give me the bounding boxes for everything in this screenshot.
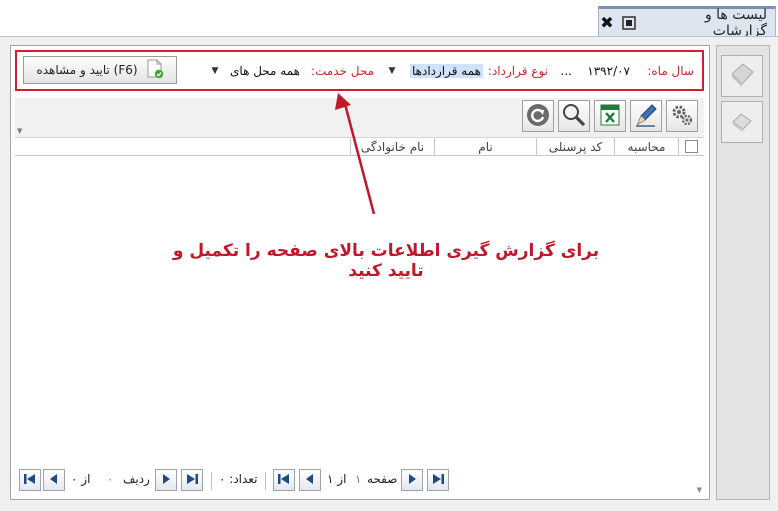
refresh-icon xyxy=(525,102,551,131)
row-total-value: ۰ xyxy=(71,472,78,486)
row-current-value[interactable]: ۰ xyxy=(107,472,113,486)
pager-separator xyxy=(265,472,266,490)
tab-strip: لیست ها و گزارشات ✖ xyxy=(0,0,778,39)
pager-separator xyxy=(211,472,212,490)
grid-header: محاسبه کد پرسنلی نام نام خانوادگی xyxy=(15,138,704,156)
year-month-label-wrap: سال ماه: xyxy=(647,52,694,89)
tab-lists-reports[interactable]: لیست ها و گزارشات ✖ xyxy=(598,6,776,39)
chevron-right-icon xyxy=(159,472,173,489)
column-header-calculation[interactable]: محاسبه xyxy=(614,138,678,155)
contract-type-dropdown[interactable]: ▼ xyxy=(383,52,401,89)
side-action-button-1[interactable] xyxy=(721,55,763,97)
excel-export-icon xyxy=(597,102,623,131)
page-current-value[interactable]: ۱ xyxy=(355,472,361,486)
confirm-label: تایید و مشاهده (F6) xyxy=(36,63,138,77)
tab-title: لیست ها و گزارشات xyxy=(704,6,767,39)
report-panel: سال ماه: ۱۳۹۲/۰۷ ... نوع قرارداد: همه قر… xyxy=(10,45,710,500)
page-of-label: از xyxy=(337,472,347,486)
chevron-down-icon[interactable]: ▼ xyxy=(206,62,224,80)
side-action-button-2[interactable] xyxy=(721,101,763,143)
content-frame: سال ماه: ۱۳۹۲/۰۷ ... نوع قرارداد: همه قر… xyxy=(0,36,778,511)
excel-export-button[interactable] xyxy=(594,100,626,132)
resize-grip-icon[interactable]: ▼ xyxy=(697,486,702,494)
last-page-icon xyxy=(431,472,445,489)
row-total-text: از ۰ xyxy=(71,472,90,486)
side-panel xyxy=(716,45,770,500)
next-page-button[interactable] xyxy=(401,469,423,491)
eraser-icon xyxy=(727,106,757,139)
chevron-down-icon[interactable]: ▼ xyxy=(383,62,401,80)
count-label: تعداد: xyxy=(229,472,258,486)
pager: از ۰ ۰ ردیف تعداد: ۰ از ۱ ۱ صفحه ▼ xyxy=(15,466,704,496)
service-place-dropdown[interactable]: ▼ xyxy=(206,52,224,89)
first-page-icon xyxy=(23,472,37,489)
filter-bar: سال ماه: ۱۳۹۲/۰۷ ... نوع قرارداد: همه قر… xyxy=(15,50,704,91)
last-page-icon xyxy=(185,472,199,489)
contract-type-select[interactable]: همه قراردادها xyxy=(409,52,483,89)
column-header-label: کد پرسنلی xyxy=(548,139,603,154)
page-total-value: ۱ xyxy=(327,472,334,486)
last-page-button[interactable] xyxy=(427,469,449,491)
prev-page-button[interactable] xyxy=(299,469,321,491)
service-place-value[interactable]: همه محل های xyxy=(230,64,300,78)
select-all-checkbox[interactable] xyxy=(685,140,698,153)
row-of-label: از xyxy=(81,472,91,486)
year-month-value[interactable]: ۱۳۹۲/۰۷ xyxy=(587,64,630,78)
prev-row-button[interactable] xyxy=(43,469,65,491)
contract-type-label-wrap: نوع قرارداد: xyxy=(488,52,548,89)
service-place-select[interactable]: همه محل های xyxy=(230,52,300,89)
document-check-icon xyxy=(146,59,164,82)
edit-icon xyxy=(633,102,659,131)
grid-toolbar: ▼ xyxy=(15,98,704,138)
column-header-label: نام xyxy=(478,139,493,154)
chevron-right-icon xyxy=(405,472,419,489)
grid-body[interactable] xyxy=(15,156,704,466)
settings-button[interactable] xyxy=(666,100,698,132)
page-total-text: از ۱ xyxy=(327,472,346,486)
close-icon[interactable]: ✖ xyxy=(599,13,615,32)
page-label: صفحه xyxy=(367,472,398,486)
chevron-left-icon xyxy=(303,472,317,489)
search-icon xyxy=(561,102,587,131)
last-row-button[interactable] xyxy=(181,469,203,491)
year-month-label: سال ماه: xyxy=(647,63,694,78)
select-all-column[interactable] xyxy=(678,138,704,155)
refresh-button[interactable] xyxy=(522,100,554,132)
contract-type-value[interactable]: همه قراردادها xyxy=(409,63,483,78)
year-month-picker-button[interactable]: ... xyxy=(561,52,572,89)
settings-icon xyxy=(669,102,695,131)
year-month-field[interactable]: ۱۳۹۲/۰۷ xyxy=(587,52,630,89)
ellipsis-icon[interactable]: ... xyxy=(561,64,572,78)
edit-button[interactable] xyxy=(630,100,662,132)
annotation-text: برای گزارش گیری اطلاعات بالای صفحه را تک… xyxy=(172,241,600,281)
confirm-view-button[interactable]: تایید و مشاهده (F6) xyxy=(23,56,177,84)
service-place-label: محل خدمت: xyxy=(310,63,374,78)
column-header-personnel-code[interactable]: کد پرسنلی xyxy=(536,138,614,155)
document-icon xyxy=(727,60,757,93)
row-label: ردیف xyxy=(123,472,150,486)
count-text: تعداد: ۰ xyxy=(219,472,257,486)
column-header-last-name[interactable]: نام خانوادگی xyxy=(350,138,434,155)
count-value: ۰ xyxy=(219,472,226,486)
next-row-button[interactable] xyxy=(155,469,177,491)
first-page-button[interactable] xyxy=(273,469,295,491)
service-place-label-wrap: محل خدمت: xyxy=(311,52,374,89)
toolbar-menu-icon[interactable]: ▼ xyxy=(17,127,22,135)
search-button[interactable] xyxy=(558,100,590,132)
column-header-first-name[interactable]: نام xyxy=(434,138,536,155)
column-header-label: محاسبه xyxy=(627,139,666,154)
first-row-button[interactable] xyxy=(19,469,41,491)
first-page-icon xyxy=(277,472,291,489)
chevron-left-icon xyxy=(47,472,61,489)
window-restore-icon[interactable] xyxy=(621,15,637,31)
column-header-label: نام خانوادگی xyxy=(360,139,425,154)
contract-type-label: نوع قرارداد: xyxy=(487,63,548,78)
